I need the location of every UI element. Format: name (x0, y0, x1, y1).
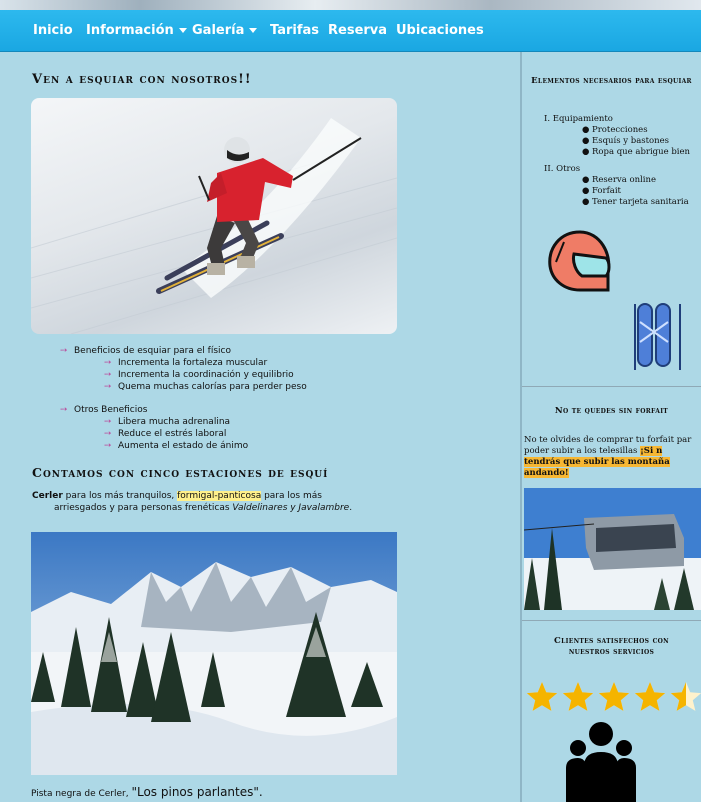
list-item: ➙ Incrementa la coordinación y equilibrio (104, 369, 307, 381)
stations-paragraph: Cerler para los más tranquilos, formigal… (32, 490, 352, 514)
caret-down-icon (249, 28, 258, 33)
users-group-icon (566, 720, 636, 802)
station-cerler: Cerler (32, 491, 63, 501)
para-text: arriesgados y para personas frenéticas (54, 503, 233, 513)
arrow-right-icon: ➙ (60, 405, 68, 415)
para-text: . (349, 503, 353, 513)
star-icon (598, 682, 630, 711)
forfait-paragraph: No te olvides de comprar tu forfait par … (524, 435, 691, 479)
browser-top-strip (0, 0, 701, 10)
helmet-icon (546, 228, 616, 294)
nav-informacion[interactable]: Información (86, 23, 187, 38)
forfait-highlight: andando! (524, 468, 569, 478)
stations-italic: Valdelinares y Javalambre (232, 503, 350, 513)
sidebar: Elementos necesarios para esquiar I. Equ… (522, 52, 701, 802)
list-text: Esquís y bastones (592, 136, 670, 146)
list-item: ● Forfait (582, 186, 621, 196)
list-text: Incrementa la fortaleza muscular (118, 358, 268, 368)
nav-informacion-label: Información (86, 23, 174, 38)
list-item: ● Reserva online (582, 175, 656, 185)
equipment-list: I. Equipamiento ● Protecciones ● Esquís y … (544, 114, 690, 208)
caption-quote: "Los pinos parlantes". (131, 785, 263, 799)
benefits-list-other: ➙ Otros Beneficios ➙ Libera mucha adrenali… (60, 404, 248, 452)
list-item: ➙ Reduce el estrés laboral (104, 428, 248, 440)
para-text: para los más tranquilos, (62, 491, 178, 501)
sidebar-title-forfait: No te quedes sin forfait (554, 406, 669, 416)
list-item: ● Esquís y bastones (582, 136, 670, 146)
numeral: II. (544, 164, 554, 174)
arrow-right-icon: ➙ (104, 370, 112, 380)
list-text: Aumenta el estado de ánimo (118, 441, 249, 451)
list-item: ● Ropa que abrigue bien (582, 147, 690, 157)
list-text: Tener tarjeta sanitaria (592, 197, 689, 207)
list-item: ➙ Quema muchas calorías para perder peso (104, 381, 307, 393)
heading-five-stations: Contamos con cinco estaciones de esquí (32, 465, 329, 480)
arrow-right-icon: ➙ (104, 358, 112, 368)
list-text: Protecciones (592, 125, 648, 135)
arrow-right-icon: ➙ (60, 346, 68, 356)
list-label: Equipamiento (552, 114, 613, 124)
para-text: para los más (261, 491, 322, 501)
nav-reserva[interactable]: Reserva (328, 23, 387, 38)
arrow-right-icon: ➙ (104, 429, 112, 439)
nav-galeria-label: Galería (192, 23, 245, 38)
list-text: Incrementa la coordinación y equilibrio (118, 370, 294, 380)
caption-text: Pista negra de Cerler, (31, 789, 129, 799)
main-content: Ven a esquiar con nosotros!! ➙ Beneficio… (0, 52, 520, 802)
list-text: Quema muchas calorías para perder peso (118, 382, 307, 392)
arrow-right-icon: ➙ (104, 382, 112, 392)
sidebar-separator (522, 386, 701, 387)
nav-reserva-label: Reserva (328, 23, 388, 38)
mountain-photo (31, 532, 397, 775)
list-text: Reserva online (592, 175, 656, 185)
list-label: Otros (556, 164, 581, 174)
arrow-right-icon: ➙ (104, 417, 112, 427)
star-icon (562, 682, 594, 711)
sidebar-separator (522, 620, 701, 621)
list-item: ➙ Aumenta el estado de ánimo (104, 440, 248, 452)
skier-photo (31, 98, 397, 334)
forfait-highlight: ¡Si n (640, 446, 663, 456)
top-navbar: Inicio Información Galería Tarifas Reser… (0, 10, 701, 52)
list-item: I. Equipamiento (544, 114, 690, 125)
nav-inicio-label: Inicio (33, 23, 73, 38)
forfait-highlight: tendrás que subir las montaña (524, 457, 670, 467)
nav-ubicaciones[interactable]: Ubicaciones (396, 23, 484, 38)
caret-down-icon (178, 28, 187, 33)
nav-tarifas[interactable]: Tarifas (270, 23, 319, 38)
photo-caption: Pista negra de Cerler, "Los pinos parlan… (31, 786, 263, 800)
list-item: ➙ Libera mucha adrenalina (104, 416, 248, 428)
nav-tarifas-label: Tarifas (270, 23, 319, 38)
list-item: II. Otros (544, 164, 690, 175)
list-item: ➙ Otros Beneficios ➙ Libera mucha adrenali… (60, 404, 248, 452)
list-text: Libera mucha adrenalina (118, 417, 231, 427)
list-item: ➙ Beneficios de esquiar para el físico ➙ I… (60, 345, 307, 393)
star-icon (526, 682, 558, 711)
list-label: Beneficios de esquiar para el físico (74, 346, 231, 356)
nav-ubicaciones-label: Ubicaciones (396, 23, 484, 38)
list-text: Ropa que abrigue bien (592, 147, 690, 157)
sidebar-title-clients: Clientes satisfechos con nuestros servic… (554, 636, 669, 657)
benefits-list-physical: ➙ Beneficios de esquiar para el físico ➙ I… (60, 345, 307, 393)
forfait-text: No te olvides de comprar tu forfait par (524, 435, 692, 445)
nav-galeria[interactable]: Galería (192, 23, 258, 38)
star-icon (634, 682, 666, 711)
forfait-text: poder subir a los telesillas (524, 446, 641, 456)
nav-inicio[interactable]: Inicio (33, 23, 73, 38)
list-item: ● Tener tarjeta sanitaria (582, 197, 689, 207)
heading-ski-with-us: Ven a esquiar con nosotros!! (32, 72, 252, 87)
list-text: Reduce el estrés laboral (118, 429, 227, 439)
skis-icon (632, 302, 688, 372)
station-formigal-highlight: formigal-panticosa (177, 491, 262, 501)
list-label: Otros Beneficios (74, 405, 148, 415)
list-item: ● Protecciones (582, 125, 648, 135)
numeral: I. (544, 114, 551, 124)
rating-stars (526, 680, 701, 716)
list-text: Forfait (592, 186, 621, 196)
arrow-right-icon: ➙ (104, 441, 112, 451)
sidebar-title-equipment: Elementos necesarios para esquiar (531, 76, 692, 86)
list-item: ➙ Incrementa la fortaleza muscular (104, 357, 307, 369)
chairlift-photo (524, 488, 701, 610)
